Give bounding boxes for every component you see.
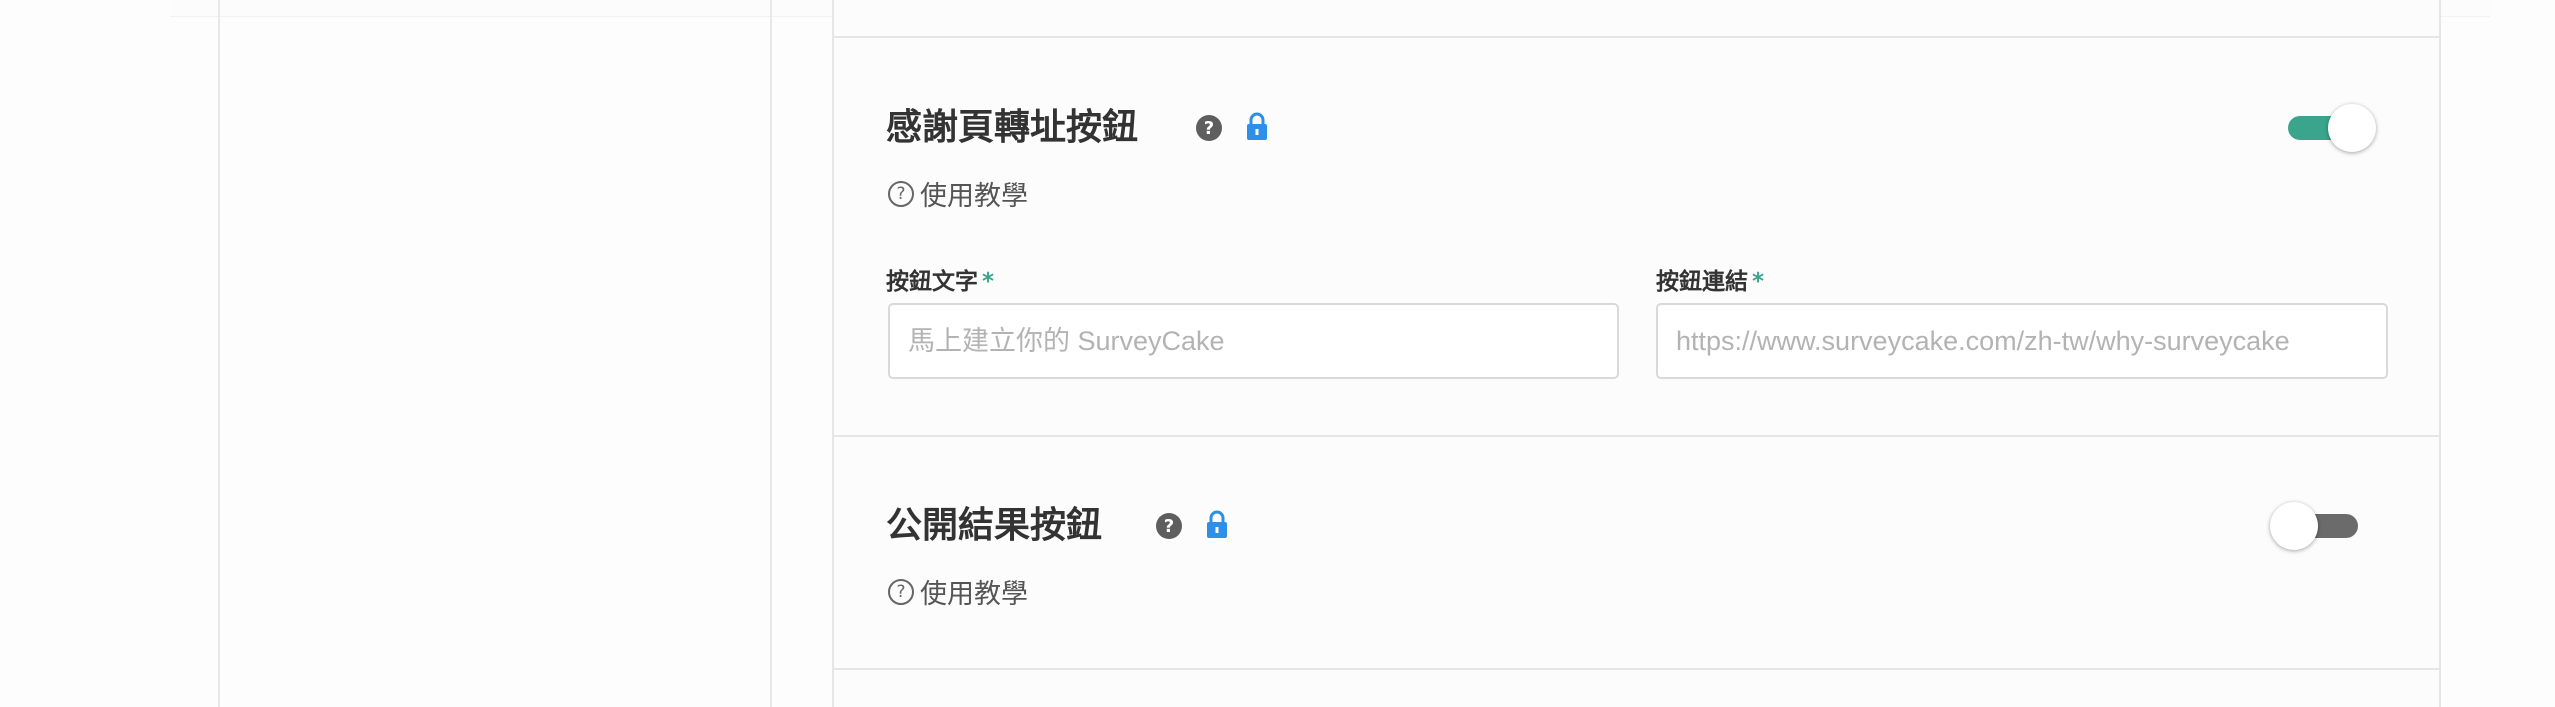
tutorial-label: 使用教學 [920, 181, 1028, 212]
section-title: 公開結果按鈕 [886, 505, 1103, 546]
field-label-text: 按鈕連結 [1656, 269, 1748, 295]
tutorial-label: 使用教學 [920, 579, 1028, 610]
lock-icon [1207, 510, 1227, 538]
question-outline-icon: ? [888, 180, 914, 207]
sidebar-divider [770, 0, 772, 707]
toggle-knob [2328, 104, 2376, 152]
toggle-knob [2270, 502, 2318, 550]
button-link-input[interactable] [1656, 303, 2388, 379]
button-text-label: 按鈕文字 * [886, 262, 994, 296]
button-link-label: 按鈕連結 * [1656, 262, 1764, 296]
section-divider [832, 435, 2441, 437]
tutorial-link[interactable]: ? 使用教學 [888, 572, 1028, 611]
public-results-toggle[interactable] [2268, 500, 2364, 552]
redirect-button-toggle[interactable] [2282, 102, 2378, 154]
section-divider [832, 36, 2441, 38]
section-title: 感謝頁轉址按鈕 [886, 107, 1139, 148]
required-mark: * [1752, 269, 1765, 295]
required-mark: * [982, 269, 995, 295]
left-column-divider [218, 0, 220, 707]
button-text-input[interactable] [888, 303, 1619, 379]
help-icon[interactable]: ? [1196, 115, 1222, 141]
question-outline-icon: ? [888, 578, 914, 605]
section-divider [832, 668, 2441, 670]
tutorial-link[interactable]: ? 使用教學 [888, 174, 1028, 213]
help-icon[interactable]: ? [1156, 513, 1182, 539]
lock-icon [1247, 112, 1267, 140]
field-label-text: 按鈕文字 [886, 269, 978, 295]
